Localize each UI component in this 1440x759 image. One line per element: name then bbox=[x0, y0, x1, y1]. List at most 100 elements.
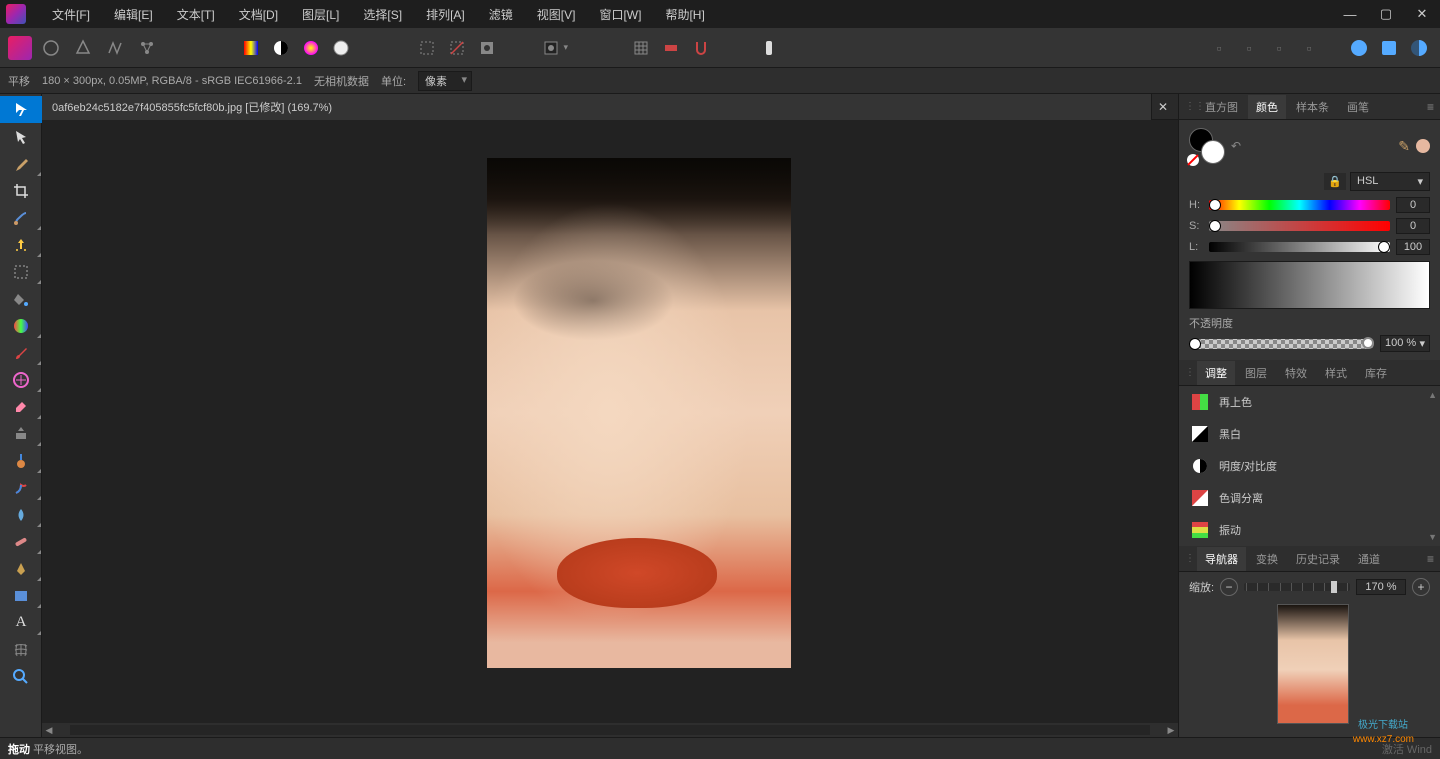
zoom-value[interactable]: 170 % bbox=[1356, 579, 1406, 595]
fg-color-swatch[interactable] bbox=[1201, 140, 1225, 164]
selection-rect-icon[interactable] bbox=[414, 35, 440, 61]
pixel-grid-icon[interactable] bbox=[658, 35, 684, 61]
adj-vibrance[interactable]: 振动 bbox=[1179, 514, 1440, 546]
tab-adjustments[interactable]: 调整 bbox=[1197, 361, 1235, 385]
persona-liquify-icon[interactable] bbox=[38, 35, 64, 61]
view-tool[interactable] bbox=[0, 96, 42, 123]
saturation-slider[interactable] bbox=[1209, 221, 1390, 231]
tab-effects[interactable]: 特效 bbox=[1277, 361, 1315, 385]
add-adjustment-icon[interactable] bbox=[1406, 35, 1432, 61]
gradient-preview[interactable] bbox=[1189, 261, 1430, 309]
persona-photo-icon[interactable] bbox=[8, 36, 32, 60]
menu-view[interactable]: 视图[V] bbox=[525, 2, 588, 27]
adj-blackwhite[interactable]: 黑白 bbox=[1179, 418, 1440, 450]
pen-tool[interactable] bbox=[0, 555, 42, 582]
panel-grip-icon[interactable]: ⋮⋮ bbox=[1185, 553, 1195, 564]
auto-contrast-icon[interactable] bbox=[268, 35, 294, 61]
panel-menu-icon[interactable]: ≡ bbox=[1421, 100, 1440, 114]
text-tool[interactable]: A bbox=[0, 609, 42, 636]
healing-tool[interactable] bbox=[0, 528, 42, 555]
opacity-value[interactable]: 100 %▾ bbox=[1380, 335, 1430, 352]
tab-layers[interactable]: 图层 bbox=[1237, 361, 1275, 385]
zoom-out-button[interactable]: − bbox=[1220, 578, 1238, 596]
add-mask-icon[interactable] bbox=[1376, 35, 1402, 61]
tab-navigator[interactable]: 导航器 bbox=[1197, 547, 1246, 571]
auto-colors-icon[interactable] bbox=[298, 35, 324, 61]
fg-bg-swatch[interactable] bbox=[1189, 128, 1225, 164]
hue-value[interactable]: 0 bbox=[1396, 197, 1430, 213]
crop-tool[interactable] bbox=[0, 177, 42, 204]
tab-histogram[interactable]: 直方图 bbox=[1197, 95, 1246, 119]
inpaint-tool[interactable] bbox=[0, 447, 42, 474]
menu-layer[interactable]: 图层[L] bbox=[290, 2, 351, 27]
pixel-tool[interactable] bbox=[0, 366, 42, 393]
horizontal-scrollbar[interactable]: ◀ ▶ bbox=[42, 723, 1178, 737]
menu-select[interactable]: 选择[S] bbox=[351, 2, 414, 27]
erase-tool[interactable] bbox=[0, 393, 42, 420]
flood-fill-tool[interactable] bbox=[0, 285, 42, 312]
blur-tool[interactable] bbox=[0, 501, 42, 528]
zoom-slider[interactable] bbox=[1244, 583, 1350, 591]
color-mode-select[interactable]: HSL▾ bbox=[1350, 172, 1430, 191]
crop-mode-icon[interactable]: ▾ bbox=[542, 35, 568, 61]
color-picker-tool[interactable] bbox=[0, 150, 42, 177]
opacity-slider[interactable] bbox=[1189, 339, 1374, 349]
minimize-button[interactable]: — bbox=[1332, 0, 1368, 28]
close-button[interactable]: ✕ bbox=[1404, 0, 1440, 28]
snapping-icon[interactable] bbox=[688, 35, 714, 61]
lightness-slider[interactable] bbox=[1209, 242, 1390, 252]
document-tab[interactable]: 0af6eb24c5182e7f405855fc5fcf80b.jpg [已修改… bbox=[42, 94, 1152, 120]
gradient-tool[interactable] bbox=[0, 312, 42, 339]
menu-filters[interactable]: 滤镜 bbox=[477, 2, 525, 27]
scroll-track[interactable] bbox=[70, 725, 1150, 735]
flood-select-tool[interactable] bbox=[0, 231, 42, 258]
zoom-tool[interactable] bbox=[0, 663, 42, 690]
menu-arrange[interactable]: 排列[A] bbox=[414, 2, 477, 27]
menu-window[interactable]: 窗口[W] bbox=[587, 2, 653, 27]
tab-channels[interactable]: 通道 bbox=[1350, 547, 1388, 571]
selection-clear-icon[interactable] bbox=[444, 35, 470, 61]
scroll-up-icon[interactable]: ▲ bbox=[1428, 390, 1437, 400]
menu-edit[interactable]: 编辑[E] bbox=[102, 2, 165, 27]
persona-export-icon[interactable] bbox=[134, 35, 160, 61]
adj-recolor[interactable]: 再上色 bbox=[1179, 386, 1440, 418]
mesh-warp-tool[interactable] bbox=[0, 636, 42, 663]
marquee-tool[interactable] bbox=[0, 258, 42, 285]
move-tool[interactable] bbox=[0, 123, 42, 150]
panel-grip-icon[interactable]: ⋮⋮ bbox=[1185, 367, 1195, 378]
tab-color[interactable]: 颜色 bbox=[1248, 95, 1286, 119]
navigator-thumbnail[interactable]: 极光下载站 www.xz7.com bbox=[1277, 604, 1349, 724]
persona-develop-icon[interactable] bbox=[70, 35, 96, 61]
adj-posterize[interactable]: 色调分离 bbox=[1179, 482, 1440, 514]
tab-styles[interactable]: 样式 bbox=[1317, 361, 1355, 385]
clone-tool[interactable] bbox=[0, 420, 42, 447]
selection-brush-tool[interactable] bbox=[0, 204, 42, 231]
tab-brushes[interactable]: 画笔 bbox=[1339, 95, 1377, 119]
dodge-tool[interactable] bbox=[0, 474, 42, 501]
scroll-left-icon[interactable]: ◀ bbox=[42, 725, 56, 736]
tab-history[interactable]: 历史记录 bbox=[1288, 547, 1348, 571]
menu-file[interactable]: 文件[F] bbox=[40, 2, 102, 27]
tab-transform[interactable]: 变换 bbox=[1248, 547, 1286, 571]
saturation-value[interactable]: 0 bbox=[1396, 218, 1430, 234]
adj-brightness[interactable]: 明度/对比度 bbox=[1179, 450, 1440, 482]
lock-icon[interactable]: 🔒 bbox=[1324, 173, 1346, 190]
rectangle-tool[interactable] bbox=[0, 582, 42, 609]
menu-help[interactable]: 帮助[H] bbox=[653, 2, 716, 27]
auto-levels-icon[interactable] bbox=[238, 35, 264, 61]
panel-menu-icon[interactable]: ≡ bbox=[1421, 552, 1440, 566]
zoom-in-button[interactable]: + bbox=[1412, 578, 1430, 596]
canvas[interactable] bbox=[42, 120, 1178, 723]
lightness-value[interactable]: 100 bbox=[1396, 239, 1430, 255]
tab-stock[interactable]: 库存 bbox=[1357, 361, 1395, 385]
auto-white-balance-icon[interactable] bbox=[328, 35, 354, 61]
persona-tone-icon[interactable] bbox=[102, 35, 128, 61]
assistant-icon[interactable] bbox=[756, 35, 782, 61]
menu-document[interactable]: 文档[D] bbox=[227, 2, 290, 27]
scroll-right-icon[interactable]: ▶ bbox=[1164, 725, 1178, 736]
scroll-down-icon[interactable]: ▼ bbox=[1428, 532, 1437, 542]
quick-mask-icon[interactable] bbox=[474, 35, 500, 61]
eyedropper-icon[interactable]: ✎ bbox=[1398, 138, 1410, 155]
unit-select[interactable]: 像素 bbox=[418, 71, 472, 91]
panel-grip-icon[interactable]: ⋮⋮ bbox=[1185, 101, 1195, 112]
